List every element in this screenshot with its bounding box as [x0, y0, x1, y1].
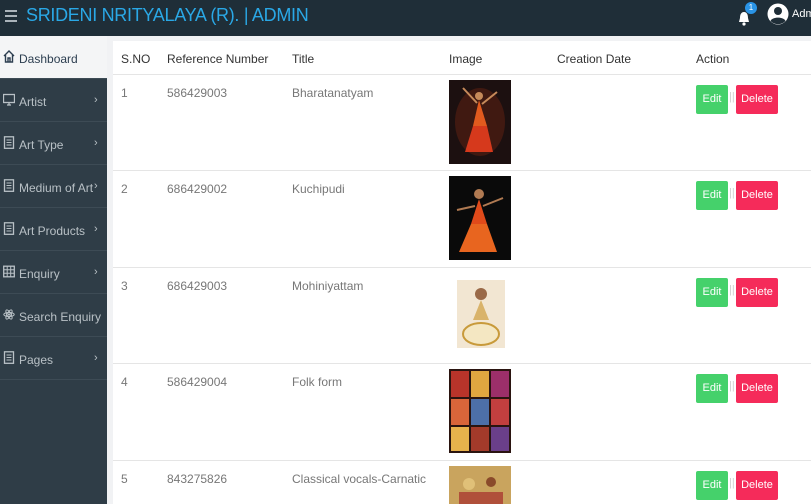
home-icon [3, 50, 15, 63]
chevron-right-icon: › [94, 180, 98, 192]
row-reference: 843275826 [167, 472, 228, 486]
user-avatar-icon[interactable] [767, 3, 789, 25]
sidebar-item-label: Art Type [19, 138, 64, 152]
row-reference: 686429003 [167, 279, 228, 293]
row-title: Classical vocals-Carnatic [292, 472, 427, 486]
row-reference: 586429004 [167, 375, 228, 389]
row-sno: 3 [121, 279, 128, 293]
edit-button[interactable]: Edit [696, 471, 728, 500]
art-type-table: S.NO Reference Number Title Image Creati… [113, 41, 811, 504]
chevron-right-icon: › [94, 266, 98, 278]
delete-button[interactable]: Delete [736, 85, 778, 114]
notification-badge: 1 [745, 2, 757, 14]
edit-button[interactable]: Edit [696, 278, 728, 307]
chevron-right-icon: › [94, 223, 98, 235]
sidebar-item-enquiry[interactable]: Enquiry › [0, 251, 107, 294]
table-row: 1 586429003 Bharatanatyam Edit || Delete [113, 75, 811, 171]
row-sno: 1 [121, 86, 128, 100]
action-separator: || [729, 284, 735, 296]
sidebar-item-art-products[interactable]: Art Products › [0, 208, 107, 251]
row-sno: 5 [121, 472, 128, 486]
chevron-right-icon: › [94, 137, 98, 149]
sidebar-item-pages[interactable]: Pages › [0, 337, 107, 380]
delete-button[interactable]: Delete [736, 278, 778, 307]
sidebar-item-label: Search Enquiry [19, 310, 102, 324]
edit-button[interactable]: Edit [696, 374, 728, 403]
action-separator: || [729, 477, 735, 489]
table-row: 4 586429004 Folk form Edit || Delete [113, 364, 811, 461]
row-sno: 4 [121, 375, 128, 389]
art-thumbnail-image [449, 80, 511, 164]
hamburger-menu-icon[interactable] [5, 10, 17, 23]
row-title: Bharatanatyam [292, 86, 374, 100]
table-icon [3, 265, 15, 278]
sidebar: Dashboard Artist › Art Type › Medium of … [0, 36, 107, 504]
brand-title[interactable]: SRIDENI NRITYALAYA (R). | ADMIN [26, 5, 309, 26]
row-title: Kuchipudi [292, 182, 345, 196]
column-header-sno: S.NO [121, 52, 151, 66]
document-icon [3, 351, 15, 364]
column-header-title: Title [292, 52, 315, 66]
row-sno: 2 [121, 182, 128, 196]
table-header-row: S.NO Reference Number Title Image Creati… [113, 41, 811, 75]
document-icon [3, 222, 15, 235]
sidebar-item-label: Dashboard [19, 52, 78, 66]
chevron-right-icon: › [94, 94, 98, 106]
top-navbar: SRIDENI NRITYALAYA (R). | ADMIN 1 Admin [0, 0, 811, 36]
sidebar-item-label: Medium of Art [19, 181, 94, 195]
table-row: 2 686429002 Kuchipudi Edit || Delete [113, 171, 811, 268]
delete-button[interactable]: Delete [736, 471, 778, 500]
edit-button[interactable]: Edit [696, 181, 728, 210]
sidebar-item-artist[interactable]: Artist › [0, 79, 107, 122]
column-header-reference: Reference Number [167, 52, 269, 66]
action-separator: || [729, 380, 735, 392]
sidebar-item-dashboard[interactable]: Dashboard [0, 36, 107, 79]
art-thumbnail-image [449, 176, 511, 260]
column-header-action: Action [696, 52, 730, 66]
sidebar-item-search-enquiry[interactable]: Search Enquiry [0, 294, 107, 337]
delete-button[interactable]: Delete [736, 181, 778, 210]
row-reference: 586429003 [167, 86, 228, 100]
column-header-image: Image [449, 52, 483, 66]
row-reference: 686429002 [167, 182, 228, 196]
document-icon [3, 179, 15, 192]
user-name[interactable]: Admin [792, 8, 811, 20]
document-icon [3, 136, 15, 149]
row-title: Mohiniyattam [292, 279, 364, 293]
sidebar-item-art-type[interactable]: Art Type › [0, 122, 107, 165]
monitor-icon [3, 93, 15, 106]
sidebar-item-medium-of-art[interactable]: Medium of Art › [0, 165, 107, 208]
sidebar-item-label: Pages [19, 353, 54, 367]
art-thumbnail-image [457, 280, 505, 348]
art-thumbnail-image [449, 369, 511, 453]
action-separator: || [729, 187, 735, 199]
edit-button[interactable]: Edit [696, 85, 728, 114]
table-row: 3 686429003 Mohiniyattam Edit || Delete [113, 268, 811, 364]
row-title: Folk form [292, 375, 343, 389]
atom-icon [3, 309, 15, 320]
chevron-right-icon: › [94, 352, 98, 364]
action-separator: || [729, 91, 735, 103]
column-header-date: Creation Date [557, 52, 632, 66]
table-row: 5 843275826 Classical vocals-Carnatic Ed… [113, 461, 811, 504]
art-thumbnail-image [449, 466, 511, 504]
sidebar-item-label: Art Products [19, 224, 86, 238]
delete-button[interactable]: Delete [736, 374, 778, 403]
sidebar-item-label: Enquiry [19, 267, 60, 281]
sidebar-item-label: Artist [19, 95, 47, 109]
